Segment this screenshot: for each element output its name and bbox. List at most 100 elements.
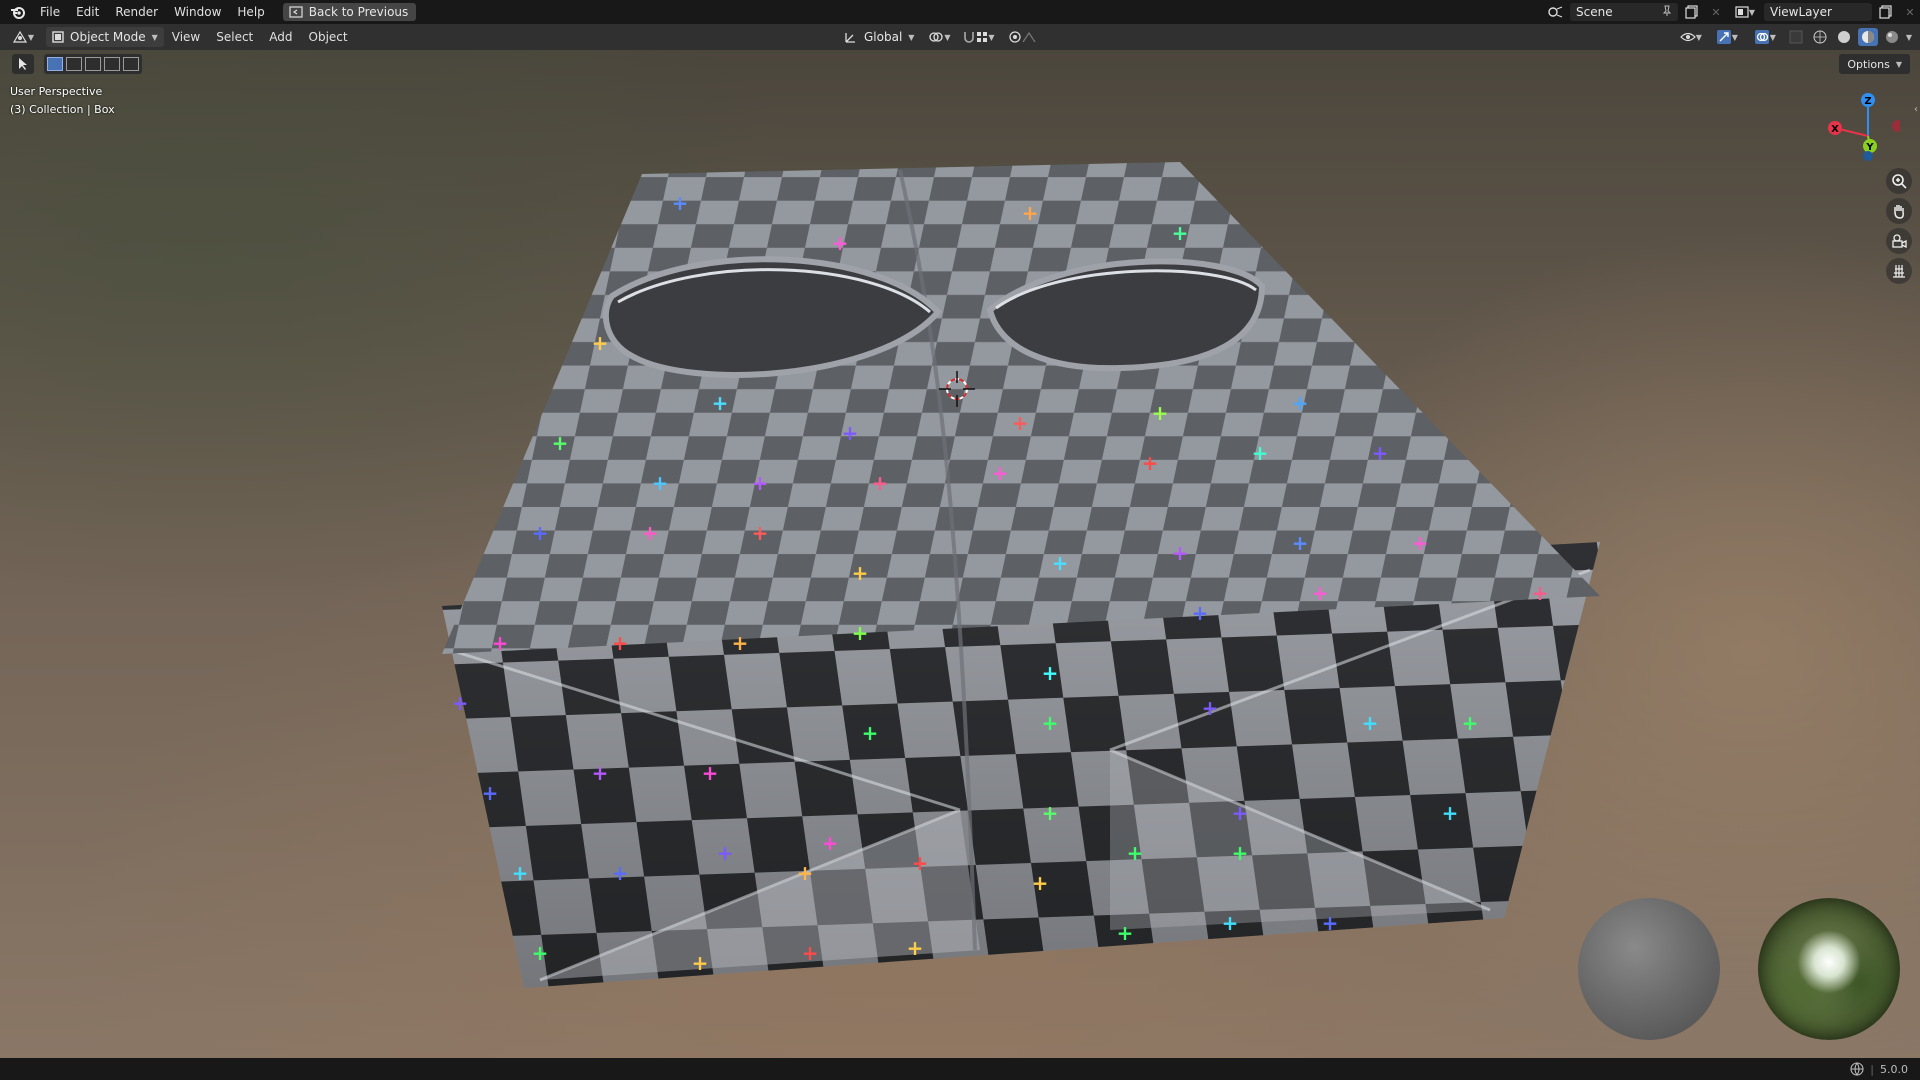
svg-text:+: + — [512, 861, 529, 885]
svg-text:+: + — [712, 391, 729, 415]
close-view-layer-icon[interactable]: ✕ — [1900, 3, 1920, 21]
collection-label: (3) Collection | Box — [10, 103, 115, 116]
scene-icon[interactable] — [1546, 3, 1566, 21]
header-menu-object[interactable]: Object — [301, 24, 356, 50]
svg-text:+: + — [1232, 801, 1249, 825]
gizmo-icon[interactable]: ▼ — [1710, 28, 1744, 46]
xray-icon[interactable] — [1786, 28, 1806, 46]
header-menu-view[interactable]: View — [164, 24, 208, 50]
svg-text:+: + — [1172, 221, 1189, 245]
svg-text:+: + — [532, 521, 549, 545]
svg-text:+: + — [1462, 711, 1479, 735]
overlay-icon[interactable]: ▼ — [1748, 28, 1782, 46]
menu-help[interactable]: Help — [229, 0, 272, 24]
svg-text:+: + — [852, 561, 869, 585]
menu-render[interactable]: Render — [107, 0, 166, 24]
svg-text:+: + — [552, 431, 569, 455]
header-menu-select[interactable]: Select — [208, 24, 261, 50]
editor-type-icon[interactable]: ▼ — [6, 28, 40, 46]
svg-text:+: + — [1442, 801, 1459, 825]
svg-text:+: + — [1032, 871, 1049, 895]
options-label: Options — [1847, 57, 1890, 71]
viewport-tool-row — [12, 54, 142, 74]
shading-render-icon[interactable] — [1882, 28, 1902, 46]
menu-window[interactable]: Window — [166, 0, 229, 24]
svg-text:+: + — [1202, 696, 1219, 720]
header-menu-add[interactable]: Add — [261, 24, 300, 50]
sidebar-toggle-icon[interactable]: ‹ — [1914, 104, 1918, 115]
scene-selector[interactable]: Scene — [1570, 3, 1678, 21]
svg-text:+: + — [672, 191, 689, 215]
svg-text:+: + — [752, 471, 769, 495]
svg-text:+: + — [1152, 401, 1169, 425]
svg-text:+: + — [652, 471, 669, 495]
select-new-icon[interactable] — [47, 57, 63, 71]
svg-text:+: + — [907, 936, 924, 960]
grid-icon[interactable] — [1886, 258, 1912, 284]
pin-icon[interactable] — [1662, 5, 1672, 20]
select-subtract-icon[interactable] — [85, 57, 101, 71]
view-layer-selector[interactable]: ViewLayer — [1764, 3, 1872, 21]
view-layer-name: ViewLayer — [1770, 5, 1832, 19]
view-layer-icon[interactable]: ▼ — [1730, 3, 1760, 21]
svg-text:+: + — [482, 781, 499, 805]
svg-text:+: + — [1222, 911, 1239, 935]
matcap-preview-sphere — [1578, 898, 1720, 1040]
shading-wire-icon[interactable] — [1810, 28, 1830, 46]
svg-text:+: + — [842, 421, 859, 445]
options-dropdown[interactable]: Options ▼ — [1839, 54, 1910, 74]
svg-text:+: + — [612, 631, 629, 655]
svg-text:+: + — [1252, 441, 1269, 465]
svg-text:+: + — [612, 861, 629, 885]
close-scene-icon[interactable]: ✕ — [1706, 3, 1726, 21]
svg-text:+: + — [1117, 921, 1134, 945]
select-extend-icon[interactable] — [66, 57, 82, 71]
top-menu-bar: File Edit Render Window Help Back to Pre… — [0, 0, 1920, 24]
orientation-icon — [845, 33, 855, 43]
svg-text:+: + — [1142, 451, 1159, 475]
select-intersect-icon[interactable] — [123, 57, 139, 71]
svg-text:+: + — [592, 761, 609, 785]
svg-text:+: + — [1412, 531, 1429, 555]
hand-icon[interactable] — [1886, 198, 1912, 224]
svg-text:+: + — [732, 631, 749, 655]
select-tool-icon[interactable] — [12, 54, 34, 74]
new-scene-icon[interactable] — [1682, 3, 1702, 21]
svg-text:+: + — [1532, 581, 1549, 605]
orientation-label: Global — [864, 30, 903, 44]
menu-edit[interactable]: Edit — [68, 0, 107, 24]
3d-viewport[interactable]: + + + + + + + + + + + + + + + + + + + + … — [0, 50, 1920, 1058]
status-bar: | 5.0.0 — [0, 1058, 1920, 1080]
svg-text:+: + — [752, 521, 769, 545]
object-mode-dropdown[interactable]: Object Mode ▼ — [46, 27, 164, 47]
scene-name: Scene — [1576, 5, 1613, 19]
gizmo-x-label: X — [1831, 124, 1839, 135]
svg-text:+: + — [1292, 391, 1309, 415]
select-invert-icon[interactable] — [104, 57, 120, 71]
snap-icon[interactable]: ▼ — [958, 28, 998, 46]
version-label: 5.0.0 — [1880, 1062, 1908, 1076]
shading-solid-icon[interactable] — [1834, 28, 1854, 46]
zoom-icon[interactable] — [1886, 168, 1912, 194]
svg-text:+: + — [912, 851, 929, 875]
proportional-icon[interactable] — [1002, 28, 1042, 46]
menu-file[interactable]: File — [32, 0, 68, 24]
svg-text:+: + — [592, 331, 609, 355]
back-to-previous-button[interactable]: Back to Previous — [282, 3, 417, 21]
svg-text:+: + — [1372, 441, 1389, 465]
svg-text:+: + — [692, 951, 709, 975]
svg-text:+: + — [862, 721, 879, 745]
svg-text:+: + — [1232, 841, 1249, 865]
shading-material-icon[interactable] — [1857, 28, 1878, 46]
navigation-gizmo[interactable]: Z X Y — [1820, 84, 1900, 164]
camera-icon[interactable] — [1886, 228, 1912, 254]
blender-logo-icon[interactable] — [4, 0, 32, 24]
pivot-icon[interactable]: ▼ — [924, 28, 954, 46]
visibility-icon[interactable]: ▼ — [1676, 28, 1706, 46]
svg-text:+: + — [642, 521, 659, 545]
new-view-layer-icon[interactable] — [1876, 3, 1896, 21]
svg-text:+: + — [852, 621, 869, 645]
transform-orientation-dropdown[interactable]: Global ▼ — [838, 28, 920, 46]
shading-dropdown-icon[interactable]: ▼ — [1906, 33, 1912, 42]
gizmo-z-label: Z — [1864, 96, 1871, 107]
